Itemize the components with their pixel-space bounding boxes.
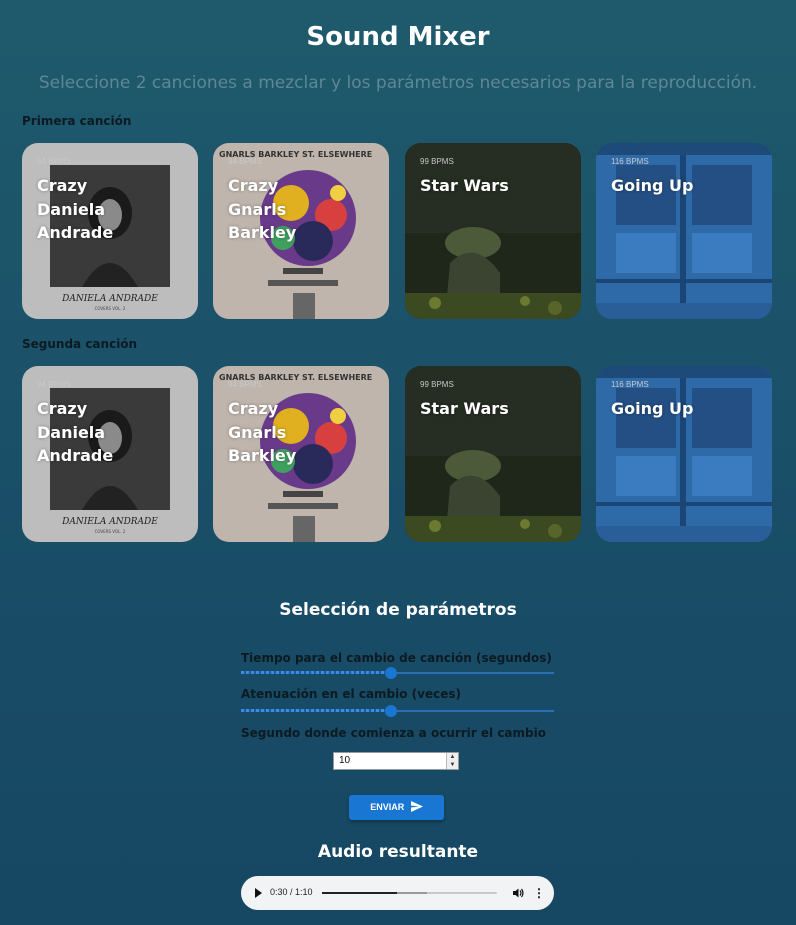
send-button-label: ENVIAR xyxy=(370,802,405,812)
player-time: 0:30 / 1:10 xyxy=(270,887,313,897)
cover-subtitle: COVERS VOL. 2 xyxy=(95,306,126,311)
slider-fill xyxy=(241,709,391,712)
result-heading: Audio resultante xyxy=(317,842,479,862)
start-second-input[interactable]: 10 ▲ ▼ xyxy=(333,752,459,770)
more-options-icon[interactable]: ⋮ xyxy=(533,886,545,900)
start-label: Segundo donde comienza a ocurrir el camb… xyxy=(241,726,546,740)
song-title: Star Wars xyxy=(420,176,509,195)
first-song-label: Primera canción xyxy=(22,114,132,128)
song-title: Going Up xyxy=(611,176,694,195)
page-title: Sound Mixer xyxy=(306,22,490,52)
fade-slider[interactable] xyxy=(241,704,554,718)
song-card[interactable]: DANIELA ANDRADE COVERS VOL. 2 94 BPMS Cr… xyxy=(22,143,198,319)
time-label: Tiempo para el cambio de canción (segund… xyxy=(241,651,552,665)
song-title: Crazy Gnarls Barkley xyxy=(228,176,297,242)
send-button[interactable]: ENVIAR xyxy=(349,795,444,820)
first-song-row: DANIELA ANDRADE COVERS VOL. 2 94 BPMS Cr… xyxy=(22,143,776,319)
cover-subtitle: COVERS VOL. 2 xyxy=(95,529,126,534)
seek-bar[interactable] xyxy=(322,892,497,894)
song-bpm: 99 BPMS xyxy=(420,380,454,389)
play-icon[interactable] xyxy=(255,888,262,898)
second-song-row: DANIELA ANDRADE COVERS VOL. 2 94 BPMS Cr… xyxy=(22,366,776,542)
song-bpm: 116 BPMS xyxy=(611,380,649,389)
album-cover-goingup xyxy=(596,366,772,542)
song-title: Crazy Daniela Andrade xyxy=(37,176,114,242)
song-bpm: 94 BPMS xyxy=(37,380,71,389)
song-title: Crazy Daniela Andrade xyxy=(37,399,114,465)
spinner-icon[interactable]: ▲ ▼ xyxy=(446,753,458,769)
cover-title: DANIELA ANDRADE xyxy=(61,517,158,527)
fade-label: Atenuación en el cambio (veces) xyxy=(241,687,461,701)
album-cover-starwars xyxy=(405,366,581,542)
second-song-label: Segunda canción xyxy=(22,337,138,351)
song-card[interactable]: DANIELA ANDRADE COVERS VOL. 2 94 BPMS Cr… xyxy=(22,366,198,542)
params-heading: Selección de parámetros xyxy=(279,600,517,620)
song-bpm: 94 BPMS xyxy=(228,157,262,166)
song-bpm: 99 BPMS xyxy=(420,157,454,166)
song-card[interactable]: 116 BPMS Going Up xyxy=(596,366,772,542)
time-slider[interactable] xyxy=(241,666,554,680)
send-icon xyxy=(410,801,423,812)
slider-thumb[interactable] xyxy=(385,705,397,717)
song-bpm: 94 BPMS xyxy=(228,380,262,389)
progress-fill xyxy=(322,892,397,894)
volume-icon[interactable] xyxy=(512,887,524,899)
audio-player[interactable]: 0:30 / 1:10 ⋮ xyxy=(241,876,554,910)
album-cover-starwars xyxy=(405,143,581,319)
song-card[interactable]: GNARLS BARKLEY ST. ELSEWHERE 94 BPMS Cra… xyxy=(213,366,389,542)
song-title: Going Up xyxy=(611,399,694,418)
start-second-value: 10 xyxy=(339,755,351,766)
song-card[interactable]: 99 BPMS Star Wars xyxy=(405,143,581,319)
song-card[interactable]: 116 BPMS Going Up xyxy=(596,143,772,319)
album-cover-goingup xyxy=(596,143,772,319)
song-card[interactable]: GNARLS BARKLEY ST. ELSEWHERE 94 BPMS Cra… xyxy=(213,143,389,319)
song-title: Star Wars xyxy=(420,399,509,418)
song-title: Crazy Gnarls Barkley xyxy=(228,399,297,465)
song-card[interactable]: 99 BPMS Star Wars xyxy=(405,366,581,542)
song-bpm: 94 BPMS xyxy=(37,157,71,166)
page-subtitle: Seleccione 2 canciones a mezclar y los p… xyxy=(38,73,758,93)
cover-title: DANIELA ANDRADE xyxy=(61,294,158,304)
song-bpm: 116 BPMS xyxy=(611,157,649,166)
slider-thumb[interactable] xyxy=(385,667,397,679)
slider-fill xyxy=(241,671,391,674)
